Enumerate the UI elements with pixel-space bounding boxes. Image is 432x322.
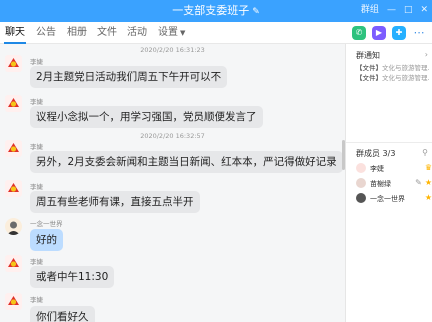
divider — [346, 142, 432, 143]
member-name: 苗榭绿 — [370, 180, 391, 188]
notice-text: 文化与旅游管理... — [382, 74, 430, 82]
message-bubble[interactable]: 议程小念拟一个，用学习强国，党员顺便发言了 — [30, 106, 263, 128]
video-call-icon[interactable]: ▶ — [372, 26, 386, 40]
avatar[interactable] — [5, 293, 22, 310]
avatar — [356, 193, 366, 203]
avatar-emblem-icon — [8, 98, 19, 107]
edit-pencil-icon[interactable]: ✎ — [415, 178, 422, 187]
avatar[interactable] — [5, 180, 22, 197]
notice-item[interactable]: 【文件】文化与旅游管理... — [356, 72, 430, 82]
star-icon: ★ — [424, 193, 432, 202]
avatar — [356, 163, 366, 173]
owner-icon: ♛ — [424, 163, 432, 172]
more-icon[interactable]: ⋯ — [412, 26, 426, 40]
notice-item[interactable]: 【文件】文化与旅游管理... — [356, 62, 430, 72]
notice-tag: 【文件】 — [356, 74, 382, 82]
search-icon[interactable]: ⚲ — [422, 148, 428, 157]
edit-pencil-icon[interactable]: ✎ — [252, 7, 260, 17]
message-bubble[interactable]: 你们看好久 — [30, 306, 95, 322]
notice-tag: 【文件】 — [356, 64, 382, 72]
tab-settings[interactable]: 设置 ▼ — [158, 27, 185, 39]
maximize-button[interactable]: □ — [404, 2, 413, 18]
sender-name: 一念一世界 — [30, 220, 63, 228]
members-title: 群成员 3/3 — [356, 149, 396, 158]
title-bar: 一支部支委班子 ✎ 群组 — □ ✕ — [0, 0, 432, 22]
star-icon: ★ — [424, 178, 432, 187]
tab-files[interactable]: 文件 — [97, 27, 117, 39]
avatar[interactable] — [5, 218, 22, 235]
message-bubble[interactable]: 周五有些老师有课，直接五点半开 — [30, 191, 200, 213]
message-bubble[interactable]: 或者中午11:30 — [30, 266, 115, 288]
avatar[interactable] — [5, 95, 22, 112]
message-bubble[interactable]: 好的 — [30, 229, 63, 251]
avatar-emblem-icon — [8, 296, 19, 305]
user-photo-icon — [7, 221, 20, 235]
timestamp: 2020/2/20 16:32:57 — [140, 132, 205, 140]
member-row[interactable]: 李婕 ♛ — [356, 162, 432, 176]
sender-name: 李婕 — [30, 143, 43, 151]
notice-title: 群通知 — [356, 51, 380, 60]
chevron-down-icon: ▼ — [180, 29, 186, 37]
notice-text: 文化与旅游管理... — [382, 64, 430, 72]
tab-announcement[interactable]: 公告 — [36, 27, 56, 39]
sender-name: 李婕 — [30, 98, 43, 106]
minimize-button[interactable]: — — [387, 2, 396, 18]
window-title-text: 一支部支委班子 — [172, 4, 250, 17]
avatar-emblem-icon — [8, 183, 19, 192]
chevron-right-icon[interactable]: › — [425, 50, 428, 59]
sender-name: 李婕 — [30, 296, 43, 304]
avatar — [356, 178, 366, 188]
avatar[interactable] — [5, 255, 22, 272]
member-row[interactable]: 苗榭绿 ✎ ★ — [356, 177, 432, 191]
message-bubble[interactable]: 2月主题党日活动我们周五下午开可以不 — [30, 66, 228, 88]
sender-name: 李婕 — [30, 183, 43, 191]
tab-chat[interactable]: 聊天 — [5, 27, 25, 39]
side-panel: 群通知 › 【文件】文化与旅游管理... 【文件】文化与旅游管理... 群成员 … — [345, 44, 432, 322]
chat-area[interactable]: 2020/2/20 16:31:23 李婕 2月主题党日活动我们周五下午开可以不… — [0, 44, 345, 322]
phone-icon[interactable]: ✆ — [352, 26, 366, 40]
message-bubble[interactable]: 另外，2月支委会新闻和主题当日新闻、红本本，严记得做好记录 — [30, 151, 343, 173]
close-button[interactable]: ✕ — [420, 2, 428, 18]
avatar[interactable] — [5, 55, 22, 72]
member-row[interactable]: 一念一世界 ★ — [356, 192, 432, 206]
avatar-emblem-icon — [8, 258, 19, 267]
chat-plus-icon[interactable]: ✚ — [392, 26, 406, 40]
sender-name: 李婕 — [30, 58, 43, 66]
tab-settings-label: 设置 — [158, 27, 178, 38]
member-name: 李婕 — [370, 165, 384, 173]
sender-name: 李婕 — [30, 258, 43, 266]
timestamp: 2020/2/20 16:31:23 — [140, 46, 205, 54]
tab-album[interactable]: 相册 — [67, 27, 87, 39]
avatar-emblem-icon — [8, 58, 19, 67]
tab-activity[interactable]: 活动 — [127, 27, 147, 39]
member-name: 一念一世界 — [370, 195, 405, 203]
tab-bar: 聊天 公告 相册 文件 活动 设置 ▼ — [0, 22, 432, 44]
avatar[interactable] — [5, 140, 22, 157]
group-menu-label[interactable]: 群组 — [361, 2, 379, 18]
avatar-emblem-icon — [8, 143, 19, 152]
